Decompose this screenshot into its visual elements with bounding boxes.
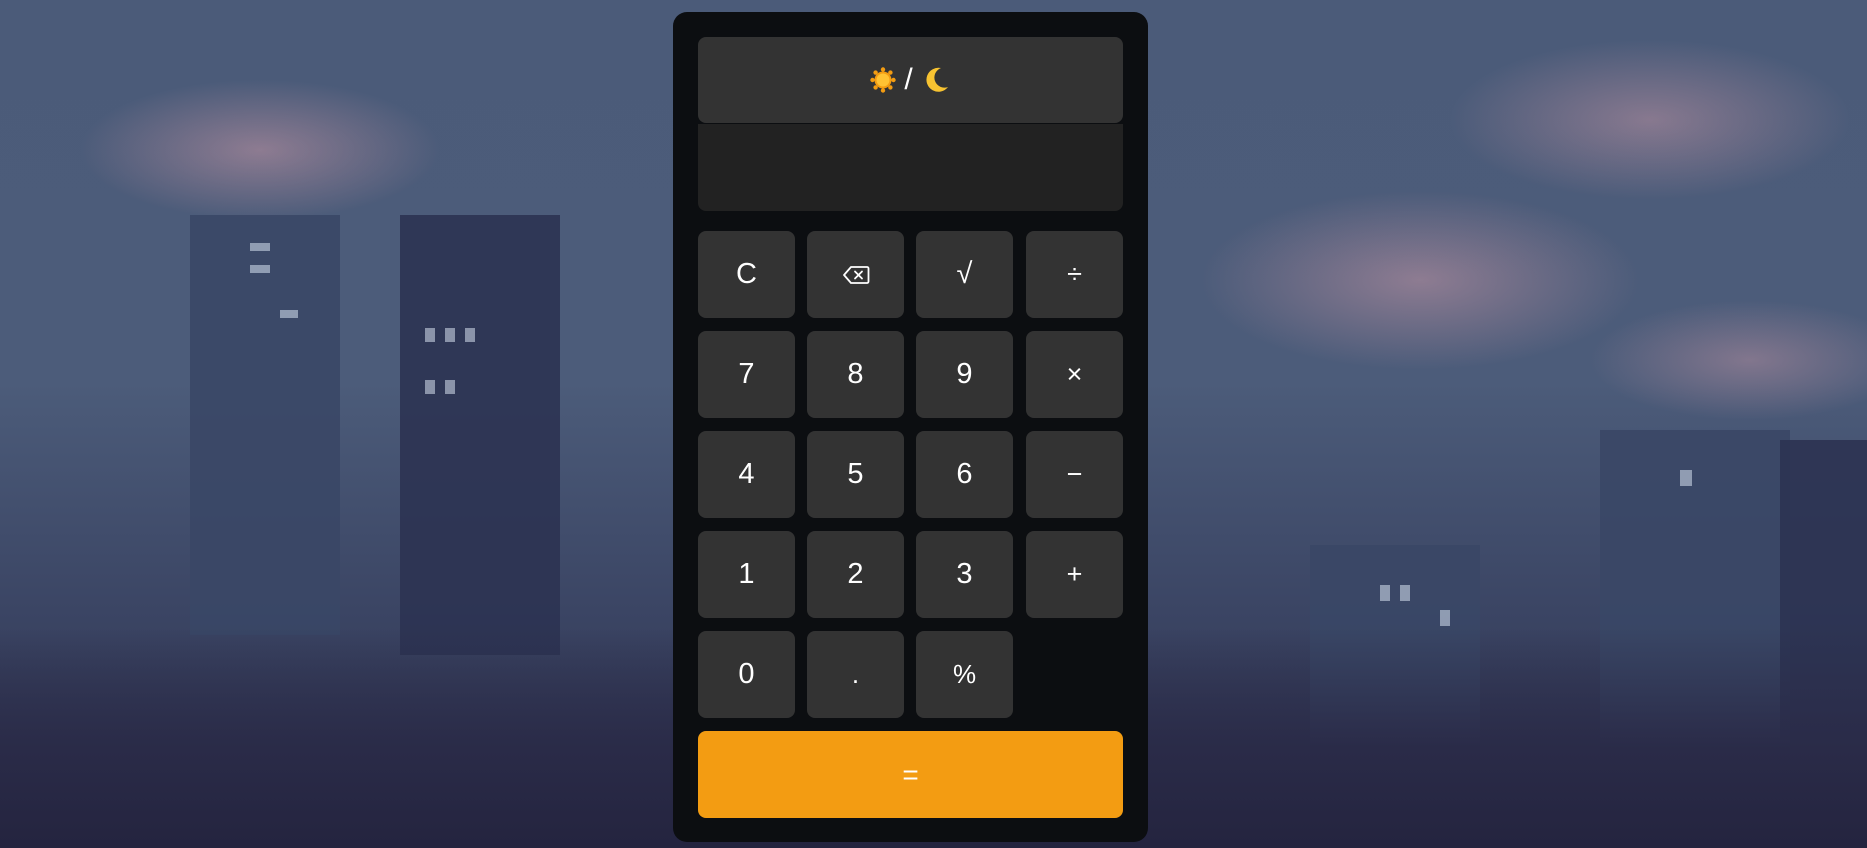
plus-button[interactable]: + <box>1026 531 1123 618</box>
digit-8-button[interactable]: 8 <box>807 331 904 418</box>
minus-button[interactable]: − <box>1026 431 1123 518</box>
digit-1-button[interactable]: 1 <box>698 531 795 618</box>
digit-9-button[interactable]: 9 <box>916 331 1013 418</box>
digit-5-button[interactable]: 5 <box>807 431 904 518</box>
theme-toggle-separator: / <box>904 63 913 96</box>
digit-4-button[interactable]: 4 <box>698 431 795 518</box>
calculator-display <box>698 124 1123 211</box>
percent-button[interactable]: % <box>916 631 1013 718</box>
decimal-button[interactable]: . <box>807 631 904 718</box>
equals-button[interactable]: = <box>698 731 1123 818</box>
calculator: / C √ ÷ 7 8 9 × 4 5 6 − 1 2 3 + 0 . % = <box>673 12 1148 842</box>
digit-2-button[interactable]: 2 <box>807 531 904 618</box>
digit-3-button[interactable]: 3 <box>916 531 1013 618</box>
sqrt-button[interactable]: √ <box>916 231 1013 318</box>
divide-button[interactable]: ÷ <box>1026 231 1123 318</box>
multiply-button[interactable]: × <box>1026 331 1123 418</box>
digit-6-button[interactable]: 6 <box>916 431 1013 518</box>
theme-toggle-button[interactable]: / <box>698 37 1123 123</box>
clear-button[interactable]: C <box>698 231 795 318</box>
backspace-icon <box>842 265 870 285</box>
digit-0-button[interactable]: 0 <box>698 631 795 718</box>
digit-7-button[interactable]: 7 <box>698 331 795 418</box>
sun-icon <box>870 67 897 93</box>
backspace-button[interactable] <box>807 231 904 318</box>
moon-icon <box>921 65 951 95</box>
